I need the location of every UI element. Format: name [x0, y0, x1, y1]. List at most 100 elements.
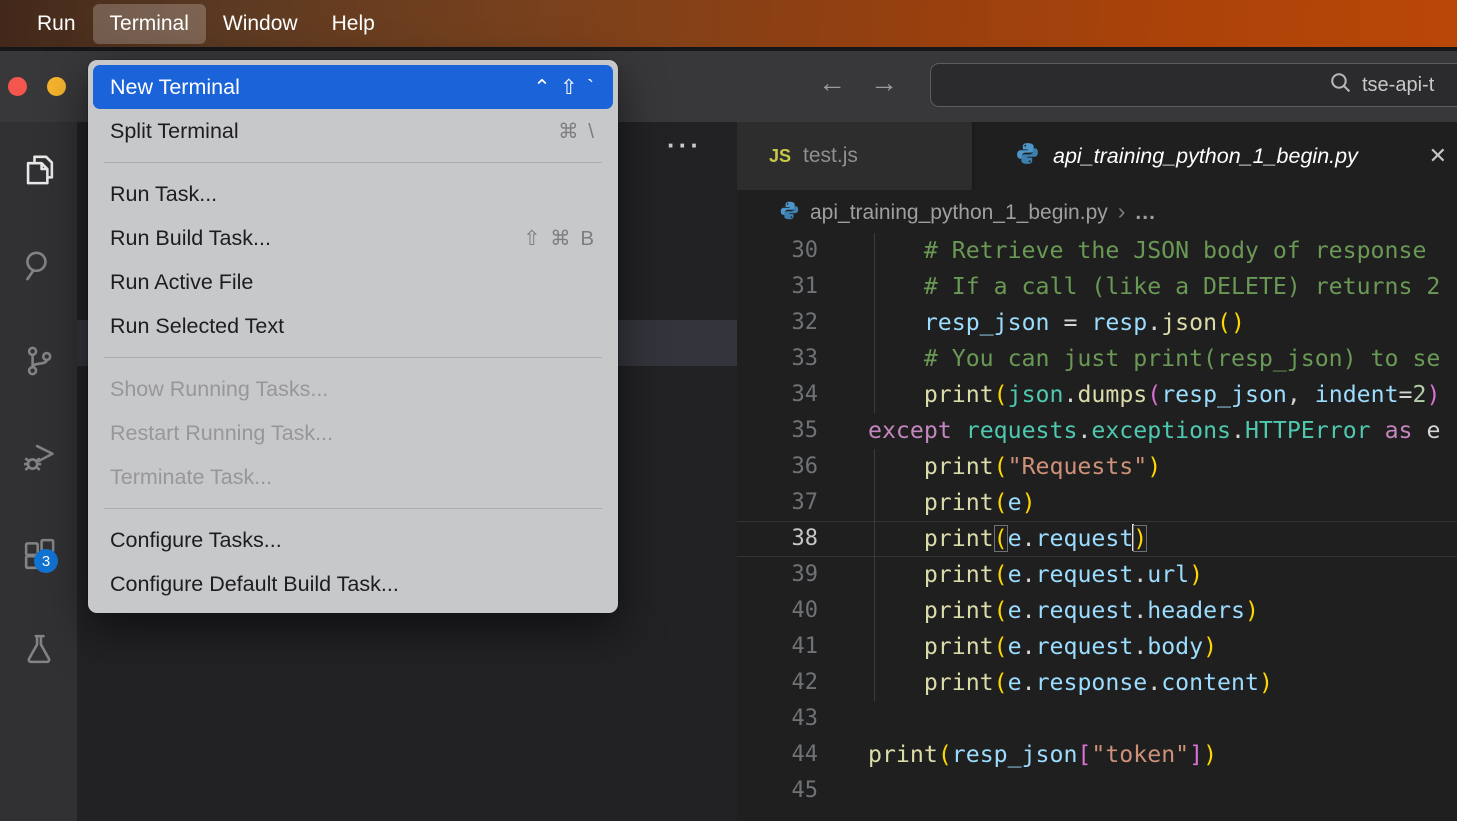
- code-editor[interactable]: 30 # Retrieve the JSON body of response3…: [737, 233, 1457, 821]
- line-number: 43: [737, 701, 818, 737]
- code-token: e: [1426, 417, 1440, 444]
- code-text: # You can just print(resp_json) to se: [868, 341, 1440, 377]
- code-text: print(json.dumps(resp_json, indent=2): [868, 377, 1440, 413]
- indent-guide: [874, 449, 875, 485]
- menubar-item-help[interactable]: Help: [315, 4, 392, 44]
- code-line-34[interactable]: 34 print(json.dumps(resp_json, indent=2): [737, 377, 1457, 413]
- code-line-38[interactable]: 38 print(e.request): [737, 521, 1457, 557]
- navigate-back-icon[interactable]: ←: [818, 67, 846, 99]
- code-text: print(resp_json["token"]): [868, 737, 1217, 773]
- code-token: .: [1147, 309, 1161, 336]
- code-token: .: [1147, 669, 1161, 696]
- menu-separator: [104, 508, 602, 509]
- menubar-item-run[interactable]: Run: [20, 4, 93, 44]
- code-token: .: [1133, 633, 1147, 660]
- line-number: 33: [737, 341, 818, 377]
- menubar-item-terminal[interactable]: Terminal: [93, 4, 206, 44]
- code-token: (: [1147, 381, 1161, 408]
- matched-bracket: (: [994, 525, 1008, 552]
- menubar-item-window[interactable]: Window: [206, 4, 315, 44]
- code-token: [: [1077, 741, 1091, 768]
- menu-item-shortcut: ⇧ ⌘ B: [523, 226, 596, 251]
- more-actions-icon[interactable]: ···: [667, 130, 702, 161]
- breadcrumb-file[interactable]: api_training_python_1_begin.py: [810, 201, 1108, 225]
- menu-item-run-selected-text[interactable]: Run Selected Text: [93, 304, 613, 348]
- code-line-41[interactable]: 41 print(e.request.body): [737, 629, 1457, 665]
- code-token: .: [1133, 561, 1147, 588]
- code-token: ): [1203, 741, 1217, 768]
- code-line-31[interactable]: 31 # If a call (like a DELETE) returns 2: [737, 269, 1457, 305]
- code-line-32[interactable]: 32 resp_json = resp.json(): [737, 305, 1457, 341]
- code-line-37[interactable]: 37 print(e): [737, 485, 1457, 521]
- close-icon[interactable]: ✕: [1429, 143, 1447, 169]
- code-line-36[interactable]: 36 print("Requests"): [737, 449, 1457, 485]
- menu-item-run-active-file[interactable]: Run Active File: [93, 260, 613, 304]
- code-token: .: [1133, 597, 1147, 624]
- testing-icon[interactable]: [21, 631, 57, 667]
- command-center-search[interactable]: tse-api-t: [930, 63, 1457, 107]
- code-token: dumps: [1077, 381, 1147, 408]
- code-line-45[interactable]: 45: [737, 773, 1457, 809]
- menu-item-restart-running-task: Restart Running Task...: [93, 411, 613, 455]
- code-token: "token": [1091, 741, 1189, 768]
- code-line-35[interactable]: 35except requests.exceptions.HTTPError a…: [737, 413, 1457, 449]
- menu-item-split-terminal[interactable]: Split Terminal⌘ \: [93, 109, 613, 153]
- code-token: response: [1036, 669, 1148, 696]
- code-token: ): [1189, 561, 1203, 588]
- code-token: print: [868, 741, 938, 768]
- menu-item-run-build-task[interactable]: Run Build Task...⇧ ⌘ B: [93, 216, 613, 260]
- source-control-icon[interactable]: [21, 343, 57, 379]
- line-number: 32: [737, 305, 818, 341]
- code-token: .: [1077, 417, 1091, 444]
- code-text: # If a call (like a DELETE) returns 2: [868, 269, 1440, 305]
- menu-item-run-task[interactable]: Run Task...: [93, 172, 613, 216]
- menu-item-label: Restart Running Task...: [110, 421, 333, 446]
- code-line-30[interactable]: 30 # Retrieve the JSON body of response: [737, 233, 1457, 269]
- indent-guide: [874, 485, 875, 521]
- editor-tab-bar: JS test.js api_training_python_1_begin.p…: [737, 122, 1457, 190]
- menu-separator: [104, 162, 602, 163]
- code-token: .: [1022, 561, 1036, 588]
- chevron-right-icon: ›: [1118, 198, 1126, 225]
- code-token: ): [1203, 633, 1217, 660]
- menu-item-terminate-task: Terminate Task...: [93, 455, 613, 499]
- javascript-file-icon: JS: [769, 146, 791, 167]
- code-token: print: [924, 489, 994, 516]
- code-line-33[interactable]: 33 # You can just print(resp_json) to se: [737, 341, 1457, 377]
- menu-item-label: Configure Default Build Task...: [110, 572, 399, 597]
- code-line-42[interactable]: 42 print(e.response.content): [737, 665, 1457, 701]
- code-token: e: [1008, 525, 1022, 552]
- explorer-icon[interactable]: [21, 151, 57, 187]
- menu-item-shortcut: ⌃ ⇧ `: [533, 75, 596, 100]
- line-number: 40: [737, 593, 818, 629]
- code-token: (: [994, 597, 1008, 624]
- breadcrumb-more[interactable]: ...: [1135, 201, 1156, 225]
- tab-label: api_training_python_1_begin.py: [1053, 144, 1358, 169]
- code-line-44[interactable]: 44print(resp_json["token"]): [737, 737, 1457, 773]
- window-close-button[interactable]: [8, 77, 27, 96]
- code-token: print: [924, 669, 994, 696]
- tab-api-training-python[interactable]: api_training_python_1_begin.py ✕: [975, 122, 1457, 190]
- run-debug-icon[interactable]: [21, 439, 57, 475]
- code-line-40[interactable]: 40 print(e.request.headers): [737, 593, 1457, 629]
- code-token: (): [1217, 309, 1245, 336]
- menu-item-configure-default-build-task[interactable]: Configure Default Build Task...: [93, 562, 613, 606]
- search-sidebar-icon[interactable]: [21, 247, 57, 283]
- code-token: request: [1036, 597, 1134, 624]
- window-minimize-button[interactable]: [47, 77, 66, 96]
- line-number: 34: [737, 377, 818, 413]
- navigate-forward-icon[interactable]: →: [870, 67, 898, 99]
- code-line-39[interactable]: 39 print(e.request.url): [737, 557, 1457, 593]
- menu-item-new-terminal[interactable]: New Terminal⌃ ⇧ `: [93, 65, 613, 109]
- macos-menu-bar: Run Terminal Window Help: [0, 0, 1457, 47]
- code-line-43[interactable]: 43: [737, 701, 1457, 737]
- code-token: e: [1008, 669, 1022, 696]
- code-token: e: [1008, 489, 1022, 516]
- menu-item-configure-tasks[interactable]: Configure Tasks...: [93, 518, 613, 562]
- indent-guide: [874, 377, 875, 413]
- code-token: # You can just print(resp_json) to se: [868, 345, 1440, 372]
- code-token: [952, 417, 966, 444]
- code-token: [868, 633, 924, 660]
- menu-item-label: Split Terminal: [110, 119, 239, 144]
- tab-test-js[interactable]: JS test.js: [737, 122, 975, 190]
